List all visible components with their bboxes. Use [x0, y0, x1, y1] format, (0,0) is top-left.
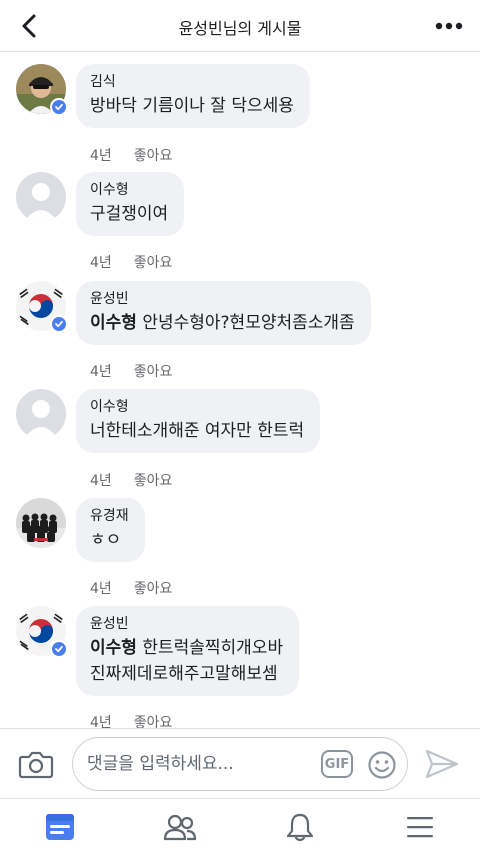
- comment-text: 너한테소개해준 여자만 한트럭: [90, 421, 305, 441]
- comment-time: 4년: [90, 715, 112, 728]
- page-title: 윤성빈님의 게시물: [178, 19, 302, 38]
- comment-composer: GIF: [0, 728, 480, 798]
- comment-meta: 4년 좋아요: [90, 578, 172, 598]
- comment-text-line: 진짜제데로해주고말해보셈: [90, 664, 278, 684]
- comment-time: 4년: [90, 148, 112, 164]
- comment-bubble[interactable]: 유경재 ㅎㅇ: [76, 498, 145, 562]
- comment-list: 김식 방바닥 기름이나 잘 닥으세용 4년 좋아요 이수형 구걸쟁이여 4년 좋…: [0, 52, 480, 728]
- checkmark-icon: [55, 103, 63, 111]
- comment-time: 4년: [90, 581, 112, 597]
- tab-news-feed[interactable]: [40, 809, 80, 845]
- avatar[interactable]: [16, 498, 66, 548]
- comment-input[interactable]: [87, 752, 307, 776]
- top-bar: 윤성빈님의 게시물: [0, 0, 480, 52]
- mention-link[interactable]: 이수형: [90, 638, 137, 658]
- tab-menu[interactable]: [400, 809, 440, 845]
- friends-icon: [163, 814, 197, 841]
- default-profile-icon: [16, 172, 66, 222]
- comment-bubble[interactable]: 윤성빈 이수형 안녕수형아?현모양처좀소개좀: [76, 281, 371, 345]
- default-profile-icon: [16, 389, 66, 439]
- comment-meta: 4년 좋아요: [90, 712, 172, 728]
- comment-author[interactable]: 윤성빈: [90, 290, 355, 308]
- tab-notifications[interactable]: [280, 809, 320, 845]
- hamburger-menu-icon: [407, 817, 433, 838]
- emoji-button[interactable]: [367, 750, 397, 780]
- avatar[interactable]: [16, 606, 68, 658]
- checkmark-icon: [55, 645, 63, 653]
- comment-bubble[interactable]: 김식 방바닥 기름이나 잘 닥으세용: [76, 64, 310, 128]
- comment-meta: 4년 좋아요: [90, 145, 172, 165]
- more-dots-icon: [435, 22, 463, 30]
- like-link[interactable]: 좋아요: [134, 578, 173, 598]
- avatar[interactable]: [16, 389, 66, 439]
- bell-icon: [286, 813, 314, 842]
- verified-badge: [50, 640, 68, 658]
- mention-link[interactable]: 이수형: [90, 313, 137, 333]
- comment-input-field[interactable]: GIF: [72, 737, 408, 791]
- verified-badge: [50, 315, 68, 333]
- comment-bubble[interactable]: 이수형 너한테소개해준 여자만 한트럭: [76, 389, 321, 453]
- like-link[interactable]: 좋아요: [134, 361, 173, 381]
- news-feed-icon: [46, 814, 74, 840]
- comment-text-body: 한트럭솔찍히개오바: [136, 638, 284, 658]
- comment-meta: 4년 좋아요: [90, 470, 172, 490]
- checkmark-icon: [55, 320, 63, 328]
- like-link[interactable]: 좋아요: [134, 145, 173, 165]
- comment-text: ㅎㅇ: [90, 530, 122, 550]
- comment-text: 이수형 안녕수형아?현모양처좀소개좀: [90, 311, 355, 335]
- like-link[interactable]: 좋아요: [134, 252, 173, 272]
- comment-meta: 4년 좋아요: [90, 252, 172, 272]
- comment-text-body: 안녕수형아?현모양처좀소개좀: [136, 313, 355, 333]
- comment-meta: 4년 좋아요: [90, 361, 172, 381]
- group-photo-icon: [16, 498, 66, 548]
- comment-time: 4년: [90, 364, 112, 380]
- tab-friends[interactable]: [160, 809, 200, 845]
- avatar[interactable]: [16, 281, 68, 333]
- camera-button[interactable]: [18, 748, 54, 780]
- comment-author[interactable]: 윤성빈: [90, 615, 283, 633]
- camera-icon: [18, 751, 54, 779]
- comment-author[interactable]: 이수형: [90, 181, 168, 199]
- send-icon: [425, 749, 459, 779]
- comment-author[interactable]: 유경재: [90, 507, 129, 525]
- more-options-button[interactable]: [434, 14, 464, 38]
- comment-text: 이수형 한트럭솔찍히개오바: [90, 636, 283, 660]
- bottom-navigation: [0, 798, 480, 854]
- verified-badge: [50, 98, 68, 116]
- comment-bubble[interactable]: 이수형 구걸쟁이여: [76, 172, 185, 236]
- comment-time: 4년: [90, 255, 112, 271]
- like-link[interactable]: 좋아요: [134, 470, 173, 490]
- comment-text: 구걸쟁이여: [90, 204, 169, 224]
- send-button[interactable]: [424, 747, 460, 781]
- comment-bubble[interactable]: 윤성빈 이수형 한트럭솔찍히개오바 진짜제데로해주고말해보셈: [76, 606, 300, 696]
- like-link[interactable]: 좋아요: [134, 712, 173, 728]
- avatar[interactable]: [16, 64, 68, 116]
- comment-author[interactable]: 이수형: [90, 398, 304, 416]
- comment-text: 방바닥 기름이나 잘 닥으세용: [90, 96, 294, 116]
- comment-time: 4년: [90, 473, 112, 489]
- avatar[interactable]: [16, 172, 66, 222]
- gif-button[interactable]: GIF: [321, 750, 353, 778]
- comment-author[interactable]: 김식: [90, 73, 294, 91]
- smiley-icon: [368, 751, 396, 779]
- post-comments-screen: 윤성빈님의 게시물 김식 방바닥 기름이나 잘 닥으세용 4년 좋아요 이수형 …: [0, 0, 480, 854]
